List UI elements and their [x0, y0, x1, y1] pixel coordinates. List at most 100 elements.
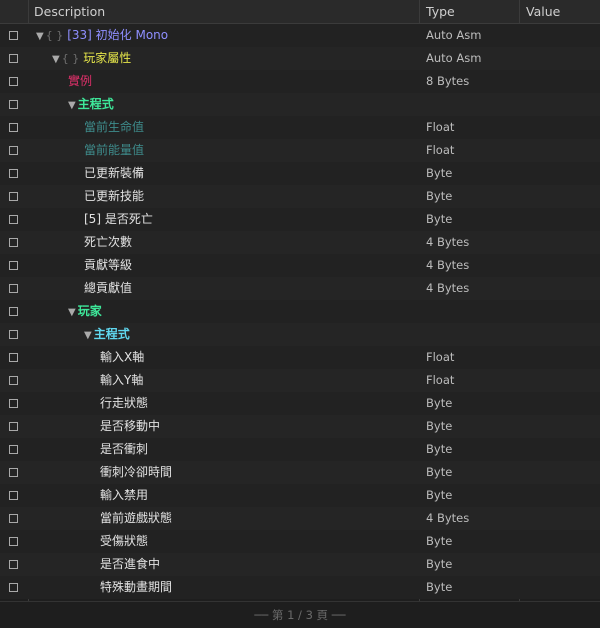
- table-row[interactable]: 已更新技能 Byte: [0, 185, 600, 208]
- row-description[interactable]: 實例: [68, 70, 92, 93]
- table-row[interactable]: 實例 8 Bytes: [0, 70, 600, 93]
- activate-checkbox[interactable]: [9, 284, 18, 293]
- row-description[interactable]: 特殊動畫期間: [100, 576, 172, 599]
- row-description[interactable]: [5] 是否死亡: [84, 208, 153, 231]
- table-row[interactable]: ▼{ } 玩家屬性 Auto Asm: [0, 47, 600, 70]
- table-row[interactable]: 輸入Y軸 Float: [0, 369, 600, 392]
- row-type[interactable]: Byte: [426, 208, 452, 231]
- type-column-header[interactable]: Type: [420, 0, 520, 24]
- activate-checkbox[interactable]: [9, 468, 18, 477]
- row-type[interactable]: 8 Bytes: [426, 70, 469, 93]
- row-type[interactable]: Byte: [426, 392, 452, 415]
- table-row[interactable]: 輸入X軸 Float: [0, 346, 600, 369]
- activate-checkbox[interactable]: [9, 146, 18, 155]
- table-row[interactable]: 死亡次數 4 Bytes: [0, 231, 600, 254]
- row-type[interactable]: Float: [426, 369, 454, 392]
- row-description[interactable]: 當前生命值: [84, 116, 144, 139]
- row-type[interactable]: Byte: [426, 553, 452, 576]
- row-type[interactable]: Auto Asm: [426, 24, 481, 47]
- row-type[interactable]: Byte: [426, 461, 452, 484]
- table-row[interactable]: 是否移動中 Byte: [0, 415, 600, 438]
- table-row[interactable]: ▼ 主程式: [0, 93, 600, 116]
- row-description[interactable]: 輸入X軸: [100, 346, 144, 369]
- row-description[interactable]: ▼ 主程式: [68, 93, 114, 116]
- row-description[interactable]: ▼{ } 玩家屬性: [52, 47, 131, 70]
- row-type[interactable]: 4 Bytes: [426, 507, 469, 530]
- table-row[interactable]: ▼ 玩家: [0, 300, 600, 323]
- activate-checkbox[interactable]: [9, 445, 18, 454]
- row-description[interactable]: 輸入禁用: [100, 484, 148, 507]
- table-row[interactable]: 輸入禁用 Byte: [0, 484, 600, 507]
- table-row[interactable]: 當前能量值 Float: [0, 139, 600, 162]
- row-type[interactable]: Byte: [426, 162, 452, 185]
- row-description[interactable]: 當前遊戲狀態: [100, 507, 172, 530]
- row-description[interactable]: 已更新技能: [84, 185, 144, 208]
- row-type[interactable]: 4 Bytes: [426, 277, 469, 300]
- table-row[interactable]: 貢獻等級 4 Bytes: [0, 254, 600, 277]
- row-type[interactable]: Byte: [426, 185, 452, 208]
- row-description[interactable]: 行走狀態: [100, 392, 148, 415]
- row-type[interactable]: Byte: [426, 576, 452, 599]
- row-description[interactable]: 是否移動中: [100, 415, 160, 438]
- table-row[interactable]: 當前遊戲狀態 4 Bytes: [0, 507, 600, 530]
- table-row[interactable]: 特殊動畫期間 Byte: [0, 576, 600, 599]
- expand-arrow-icon[interactable]: ▼: [52, 54, 60, 65]
- activate-checkbox[interactable]: [9, 353, 18, 362]
- expand-arrow-icon[interactable]: ▼: [68, 307, 76, 318]
- row-description[interactable]: ▼{ } [33] 初始化 Mono: [36, 24, 168, 47]
- activate-checkbox[interactable]: [9, 514, 18, 523]
- row-description[interactable]: 死亡次數: [84, 231, 132, 254]
- activate-checkbox[interactable]: [9, 100, 18, 109]
- table-row[interactable]: 是否進食中 Byte: [0, 553, 600, 576]
- activate-checkbox[interactable]: [9, 560, 18, 569]
- table-row[interactable]: 當前生命值 Float: [0, 116, 600, 139]
- table-row[interactable]: 總貢獻值 4 Bytes: [0, 277, 600, 300]
- row-description[interactable]: 是否進食中: [100, 553, 160, 576]
- activate-checkbox[interactable]: [9, 77, 18, 86]
- activate-checkbox[interactable]: [9, 238, 18, 247]
- row-description[interactable]: 已更新裝備: [84, 162, 144, 185]
- table-row[interactable]: ▼ 主程式: [0, 323, 600, 346]
- row-description[interactable]: ▼ 主程式: [84, 323, 130, 346]
- activate-checkbox[interactable]: [9, 192, 18, 201]
- activate-checkbox[interactable]: [9, 307, 18, 316]
- table-row[interactable]: 行走狀態 Byte: [0, 392, 600, 415]
- activate-checkbox[interactable]: [9, 537, 18, 546]
- activate-checkbox[interactable]: [9, 491, 18, 500]
- description-column-header[interactable]: Description: [28, 0, 420, 24]
- activate-checkbox[interactable]: [9, 215, 18, 224]
- row-type[interactable]: Float: [426, 139, 454, 162]
- table-row[interactable]: ▼{ } [33] 初始化 Mono Auto Asm: [0, 24, 600, 47]
- row-type[interactable]: Byte: [426, 530, 452, 553]
- row-type[interactable]: Float: [426, 346, 454, 369]
- row-type[interactable]: Float: [426, 116, 454, 139]
- activate-checkbox[interactable]: [9, 330, 18, 339]
- row-description[interactable]: 貢獻等級: [84, 254, 132, 277]
- table-row[interactable]: 衝刺冷卻時間 Byte: [0, 461, 600, 484]
- row-description[interactable]: 受傷狀態: [100, 530, 148, 553]
- row-type[interactable]: 4 Bytes: [426, 254, 469, 277]
- table-row[interactable]: 已更新裝備 Byte: [0, 162, 600, 185]
- value-column-header[interactable]: Value: [520, 0, 600, 24]
- row-description[interactable]: 總貢獻值: [84, 277, 132, 300]
- row-type[interactable]: Auto Asm: [426, 47, 481, 70]
- activate-checkbox[interactable]: [9, 399, 18, 408]
- row-type[interactable]: 4 Bytes: [426, 231, 469, 254]
- row-type[interactable]: Byte: [426, 415, 452, 438]
- row-type[interactable]: Byte: [426, 484, 452, 507]
- activate-checkbox[interactable]: [9, 31, 18, 40]
- row-description[interactable]: 是否衝刺: [100, 438, 148, 461]
- activate-checkbox[interactable]: [9, 169, 18, 178]
- expand-arrow-icon[interactable]: ▼: [36, 31, 44, 42]
- activate-checkbox[interactable]: [9, 583, 18, 592]
- activate-checkbox[interactable]: [9, 54, 18, 63]
- activate-checkbox[interactable]: [9, 422, 18, 431]
- table-row[interactable]: 受傷狀態 Byte: [0, 530, 600, 553]
- table-row[interactable]: [5] 是否死亡 Byte: [0, 208, 600, 231]
- row-description[interactable]: 當前能量值: [84, 139, 144, 162]
- row-type[interactable]: Byte: [426, 438, 452, 461]
- activate-checkbox[interactable]: [9, 261, 18, 270]
- row-description[interactable]: 衝刺冷卻時間: [100, 461, 172, 484]
- row-description[interactable]: 輸入Y軸: [100, 369, 143, 392]
- row-description[interactable]: ▼ 玩家: [68, 300, 102, 323]
